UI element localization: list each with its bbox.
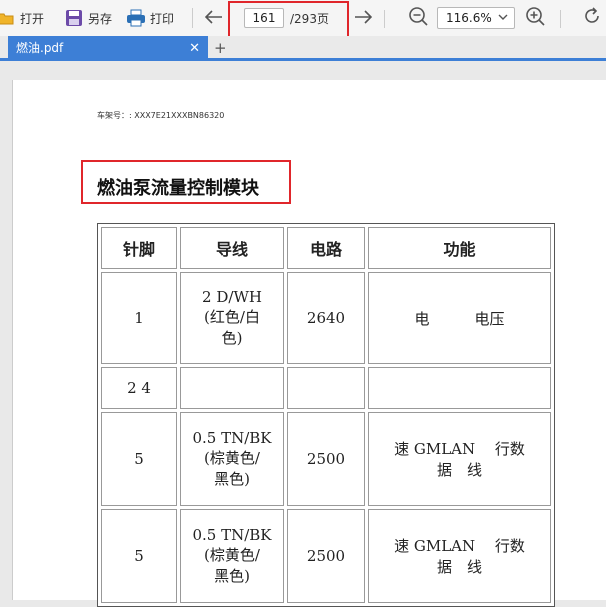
zoom-out-icon <box>408 6 428 30</box>
page-total: /293页 <box>290 12 329 26</box>
rotate-button[interactable] <box>580 5 606 31</box>
print-label: 打印 <box>150 11 175 26</box>
table-row: 5 0.5 TN/BK (棕黄色/ 黑色) 2500 速 GMLAN 行数 据 … <box>101 412 551 506</box>
cell-circuit <box>287 367 365 409</box>
print-button[interactable]: 打印 <box>126 0 184 36</box>
cell-pin: 5 <box>101 509 177 603</box>
header-pin: 针脚 <box>101 227 177 269</box>
next-page-button[interactable] <box>350 5 376 31</box>
printer-icon <box>126 8 146 28</box>
arrow-right-icon <box>354 9 373 28</box>
cell-function: 电 电压 <box>368 272 551 364</box>
new-tab-button[interactable]: + <box>214 36 227 61</box>
wire-line: 色) <box>221 329 243 347</box>
wire-line: 2 D/WH <box>202 288 262 306</box>
wire-line: 0.5 TN/BK <box>192 526 272 544</box>
close-icon[interactable]: ✕ <box>189 36 200 61</box>
cell-circuit: 2640 <box>287 272 365 364</box>
page-title: 燃油泵流量控制模块 <box>97 178 259 199</box>
function-line: 据 线 <box>436 558 482 576</box>
cell-wire: 0.5 TN/BK (棕黄色/ 黑色) <box>180 509 284 603</box>
function-line: 据 线 <box>436 461 482 479</box>
cell-wire <box>180 367 284 409</box>
header-wire: 导线 <box>180 227 284 269</box>
cell-pin: 2 4 <box>101 367 177 409</box>
folder-icon <box>0 8 16 28</box>
page-number-input[interactable]: 161 <box>244 8 284 28</box>
open-label: 打开 <box>20 11 45 26</box>
wire-line: (红色/白 <box>204 308 260 326</box>
zoom-out-button[interactable] <box>405 5 431 31</box>
wire-line: (棕黄色/ <box>204 449 260 467</box>
cell-wire: 2 D/WH (红色/白 色) <box>180 272 284 364</box>
function-line: 电 电压 <box>414 309 505 328</box>
tab-label: 燃油.pdf <box>16 41 64 55</box>
tab-bar: 燃油.pdf ✕ + <box>0 36 606 61</box>
pin-table: 针脚 导线 电路 功能 1 2 D/WH (红色/白 色) 2640 电 电压 … <box>97 223 555 607</box>
tab-document[interactable]: 燃油.pdf ✕ <box>8 36 208 61</box>
arrow-left-icon <box>204 9 223 27</box>
zoom-in-button[interactable] <box>522 5 548 31</box>
header-circuit: 电路 <box>287 227 365 269</box>
save-icon <box>64 8 84 28</box>
wire-line: (棕黄色/ <box>204 546 260 564</box>
vin-line: 车架号：: XXX7E21XXXBN86320 <box>97 111 225 120</box>
table-row: 5 0.5 TN/BK (棕黄色/ 黑色) 2500 速 GMLAN 行数 据 … <box>101 509 551 603</box>
table-row: 2 4 <box>101 367 551 409</box>
table-row: 1 2 D/WH (红色/白 色) 2640 电 电压 <box>101 272 551 364</box>
zoom-select[interactable]: 116.6% <box>437 7 515 29</box>
function-line: 速 GMLAN 行数 <box>394 537 525 555</box>
save-as-label: 另存 <box>88 11 113 26</box>
cell-wire: 0.5 TN/BK (棕黄色/ 黑色) <box>180 412 284 506</box>
cell-circuit: 2500 <box>287 412 365 506</box>
wire-line: 0.5 TN/BK <box>192 429 272 447</box>
cell-function: 速 GMLAN 行数 据 线 <box>368 509 551 603</box>
cell-circuit: 2500 <box>287 509 365 603</box>
cell-pin: 5 <box>101 412 177 506</box>
table-header-row: 针脚 导线 电路 功能 <box>101 227 551 269</box>
toolbar-divider <box>192 8 194 28</box>
toolbar-divider <box>560 10 561 28</box>
function-line: 速 GMLAN 行数 <box>394 440 525 458</box>
save-as-button[interactable]: 另存 <box>64 0 122 36</box>
header-function: 功能 <box>368 227 551 269</box>
previous-page-button[interactable] <box>201 5 227 31</box>
chevron-down-icon <box>497 10 509 30</box>
cell-function <box>368 367 551 409</box>
rotate-icon <box>583 6 603 30</box>
cell-pin: 1 <box>101 272 177 364</box>
document-viewer[interactable]: 车架号：: XXX7E21XXXBN86320 燃油泵流量控制模块 针脚 导线 … <box>0 64 606 607</box>
wire-line: 黑色) <box>214 470 250 488</box>
open-button[interactable]: 打开 <box>0 0 54 36</box>
wire-line: 黑色) <box>214 567 250 585</box>
cell-function: 速 GMLAN 行数 据 线 <box>368 412 551 506</box>
zoom-in-icon <box>525 6 545 30</box>
pdf-page: 车架号：: XXX7E21XXXBN86320 燃油泵流量控制模块 针脚 导线 … <box>12 80 606 607</box>
zoom-value: 116.6% <box>446 11 492 25</box>
toolbar-divider <box>384 10 385 28</box>
